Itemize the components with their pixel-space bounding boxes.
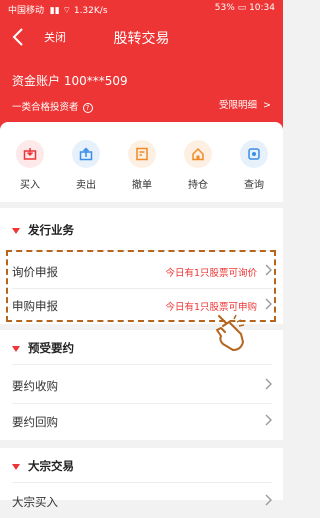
block-trade-title: 大宗交易 <box>28 459 74 473</box>
holdings-label: 持仓 <box>188 180 208 191</box>
question-icon[interactable]: ? <box>82 102 93 113</box>
cancel-order-label: 撤单 <box>132 180 152 191</box>
investor-type: 一类合格投资者 <box>12 102 79 113</box>
page-title: 股转交易 <box>113 31 170 47</box>
sell-icon <box>72 140 100 168</box>
section-title: 大宗交易 <box>12 458 74 474</box>
header: 中国移动 ▮▮ ⌔ 1.32K/s 53% ▭ 10:34 关闭 股转交易 资金… <box>0 0 283 130</box>
chevron-right-icon: > <box>260 100 271 111</box>
buy-button[interactable]: 买入 <box>2 140 58 198</box>
tender-title: 预受要约 <box>28 341 74 355</box>
query-button[interactable]: 查询 <box>226 140 282 198</box>
section-title: 发行业务 <box>12 222 74 238</box>
divider <box>12 482 272 483</box>
carrier-name: 中国移动 <box>8 6 45 16</box>
nav-bar: 关闭 股转交易 <box>0 20 283 56</box>
row-label: 要约收购 <box>12 379 58 393</box>
cancel-order-button[interactable]: 撤单 <box>114 140 170 198</box>
section-title: 预受要约 <box>12 340 74 356</box>
row-label: 要约回购 <box>12 415 58 429</box>
query-label: 查询 <box>244 180 264 191</box>
tender-repurchase-row[interactable]: 要约回购 <box>0 404 283 438</box>
pointing-hand-icon <box>216 314 245 351</box>
row-label: 大宗买入 <box>12 495 58 509</box>
restriction-details-link[interactable]: 受限明细 > <box>219 97 271 111</box>
network-speed: 1.32K/s <box>73 6 108 16</box>
holdings-button[interactable]: 持仓 <box>170 140 226 198</box>
chevron-right-icon <box>265 414 272 426</box>
account-number: 资金账户 100***509 <box>12 74 128 88</box>
cancel-order-icon <box>128 140 156 168</box>
restriction-details-label: 受限明细 <box>218 100 257 111</box>
clock: 10:34 <box>249 3 275 13</box>
sell-button[interactable]: 卖出 <box>58 140 114 198</box>
query-icon <box>240 140 268 168</box>
buy-label: 买入 <box>20 180 40 191</box>
chevron-right-icon <box>265 378 272 390</box>
block-buy-row[interactable]: 大宗买入 <box>0 484 283 518</box>
divider <box>12 364 272 365</box>
chevron-right-icon <box>265 494 272 506</box>
triangle-down-icon <box>12 227 20 234</box>
battery-percent: 53% <box>214 3 235 13</box>
sell-label: 卖出 <box>76 180 96 191</box>
buy-icon <box>16 140 44 168</box>
status-bar: 中国移动 ▮▮ ⌔ 1.32K/s 53% ▭ 10:34 <box>0 0 283 18</box>
issuance-title: 发行业务 <box>28 223 74 237</box>
battery-icon: ▭ <box>237 3 247 13</box>
holdings-icon <box>184 140 212 168</box>
quick-actions-card: 买入 卖出 撤单 持仓 查询 <box>0 122 283 202</box>
block-trade-section: 大宗交易 大宗买入 <box>0 448 283 509</box>
signal-icon: ▮▮ ⌔ <box>46 6 74 16</box>
triangle-down-icon <box>12 345 20 352</box>
tender-acquisition-row[interactable]: 要约收购 <box>0 368 283 402</box>
triangle-down-icon <box>12 463 20 470</box>
